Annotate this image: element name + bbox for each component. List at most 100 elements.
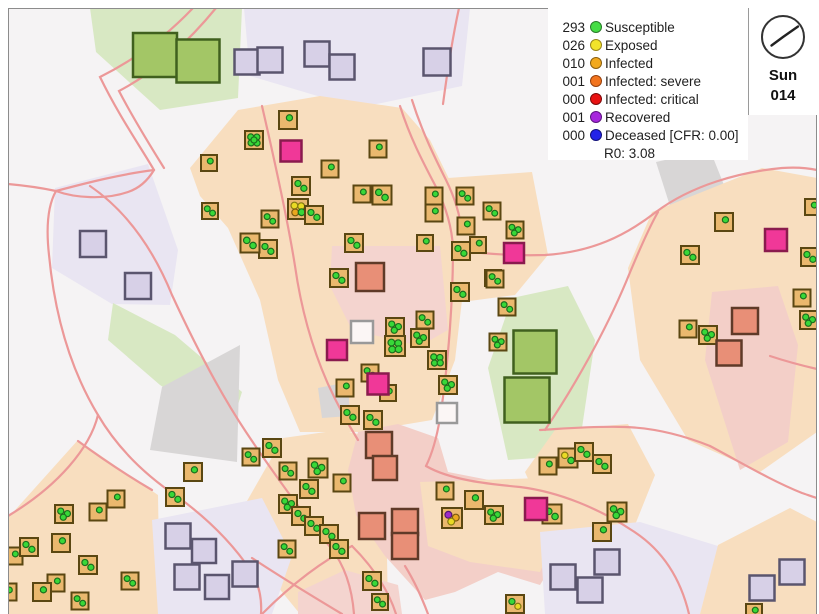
building-house — [243, 449, 260, 466]
person-dot-g — [272, 447, 278, 453]
building-hospital-building — [765, 229, 787, 251]
epidemic-legend: 293Susceptible026Exposed010Infected001In… — [548, 8, 748, 160]
legend-row: 001Recovered — [548, 108, 748, 126]
person-dot-g — [684, 249, 690, 255]
person-dot-g — [323, 528, 329, 534]
building-house — [385, 336, 405, 356]
building-office-building — [578, 578, 603, 603]
person-dot-g — [262, 243, 268, 249]
person-dot-g — [366, 575, 372, 581]
building-community-building — [177, 40, 220, 83]
person-dot-g — [509, 598, 515, 604]
building-apartment-building — [366, 432, 392, 458]
building-house — [330, 269, 348, 287]
r0-value: R0: 3.08 — [604, 144, 748, 162]
building-office-building — [80, 231, 106, 257]
person-dot-g — [578, 446, 584, 452]
person-dot-g — [380, 601, 386, 607]
day-number: 014 — [749, 86, 817, 106]
building-house — [451, 283, 469, 301]
person-dot-g — [339, 277, 345, 283]
building-hospital-building — [525, 498, 547, 520]
legend-row: 001Infected: severe — [548, 72, 748, 90]
person-dot-g — [268, 248, 274, 254]
person-dot-g — [686, 324, 692, 330]
person-dot-g — [810, 256, 816, 262]
building-public-building — [437, 403, 457, 423]
building-apartment-building — [356, 263, 384, 291]
person-dot-g — [461, 250, 467, 256]
building-office-building — [424, 49, 451, 76]
legend-row: 026Exposed — [548, 36, 748, 54]
person-dot-g — [350, 414, 356, 420]
person-dot-y — [448, 518, 455, 525]
person-dot-g — [425, 319, 431, 325]
person-dot-g — [465, 195, 471, 201]
person-dot-g — [298, 209, 305, 216]
person-dot-g — [301, 185, 307, 191]
person-dot-g — [339, 548, 345, 554]
person-dot-g — [389, 346, 396, 353]
day-label: Sun — [749, 66, 817, 86]
person-dot-g — [309, 488, 315, 494]
building-house — [681, 246, 699, 264]
person-dot-g — [169, 491, 175, 497]
person-dot-g — [12, 551, 18, 557]
person-dot-g — [501, 302, 507, 308]
building-house — [484, 203, 501, 220]
person-dot-g — [803, 314, 809, 320]
building-house — [575, 443, 593, 461]
person-dot-g — [124, 576, 130, 582]
legend-row: 293Susceptible — [548, 18, 748, 36]
person-dot-g — [29, 546, 35, 552]
person-dot-g — [489, 274, 495, 280]
legend-row: 000Infected: critical — [548, 90, 748, 108]
person-dot-g — [74, 596, 80, 602]
building-hospital-building — [281, 141, 302, 162]
building-house — [79, 556, 97, 574]
person-dot-g — [613, 512, 619, 518]
person-dot-g — [286, 115, 292, 121]
legend-count: 001 — [548, 74, 585, 89]
person-dot-y — [291, 202, 298, 209]
legend-state-dot-icon — [590, 75, 602, 87]
person-dot-g — [287, 548, 293, 554]
person-dot-g — [488, 509, 494, 515]
simulation-viewport: 293Susceptible026Exposed010Infected001In… — [0, 0, 819, 614]
person-dot-g — [245, 452, 251, 458]
person-dot-g — [584, 451, 590, 457]
building-house — [452, 242, 470, 260]
building-office-building — [330, 55, 355, 80]
building-house — [363, 572, 381, 590]
building-house — [457, 188, 474, 205]
person-dot-g — [552, 513, 558, 519]
person-dot-g — [303, 483, 309, 489]
person-dot-g — [455, 245, 461, 251]
person-dot-g — [509, 224, 515, 230]
person-dot-g — [23, 541, 29, 547]
person-dot-g — [610, 506, 616, 512]
person-dot-y — [562, 452, 568, 458]
person-dot-g — [210, 210, 216, 216]
building-house — [122, 573, 139, 590]
person-dot-g — [432, 208, 438, 214]
person-dot-g — [96, 507, 102, 513]
person-dot-g — [282, 466, 288, 472]
building-house — [259, 240, 277, 258]
building-office-building — [258, 48, 283, 73]
building-house — [487, 271, 504, 288]
building-office-building — [175, 565, 200, 590]
person-dot-g — [722, 217, 728, 223]
building-apartment-building — [732, 308, 758, 334]
building-office-building — [235, 50, 260, 75]
legend-state-dot-icon — [590, 111, 602, 123]
legend-count: 026 — [548, 38, 585, 53]
building-house — [345, 234, 363, 252]
building-office-building — [551, 565, 576, 590]
building-house — [373, 186, 392, 205]
person-dot-g — [472, 495, 478, 501]
person-dot-g — [343, 383, 349, 389]
person-dot-g — [495, 278, 501, 284]
building-hospital-building — [368, 374, 389, 395]
person-dot-g — [423, 238, 429, 244]
